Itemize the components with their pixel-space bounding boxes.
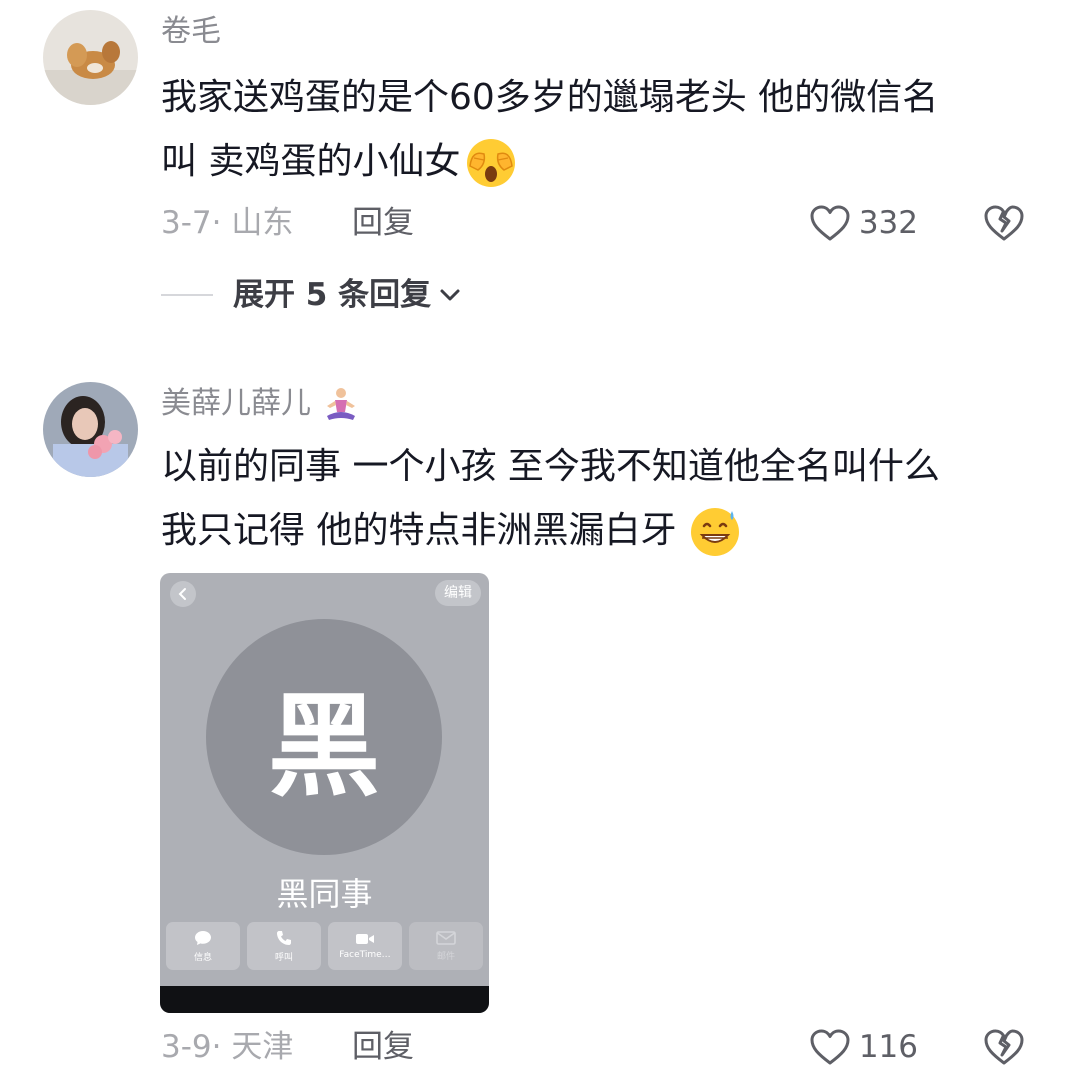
comment-text-line: 以前的同事 一个小孩 至今我不知道他全名叫什么 — [161, 446, 940, 487]
expand-replies-button[interactable]: 展开 5 条回复 — [161, 275, 461, 315]
mail-action-label: 邮件 — [436, 951, 455, 962]
contact-actions: 信息 呼叫 FaceTime… 邮件 — [166, 922, 483, 970]
username-text: 美薛儿薛儿 — [161, 386, 311, 421]
comment-text-fragment: 叫 卖鸡蛋的小仙女 — [161, 141, 461, 182]
like-count: 332 — [858, 205, 918, 241]
dislike-button[interactable] — [983, 203, 1025, 247]
edit-label: 编辑 — [435, 580, 481, 606]
message-action-label: 信息 — [193, 952, 212, 963]
avatar[interactable] — [43, 382, 138, 477]
username[interactable]: 美薛儿薛儿 — [161, 384, 361, 424]
comment-text: 我家送鸡蛋的是个60多岁的邋塌老头 他的微信名 叫 卖鸡蛋的小仙女 — [161, 66, 1031, 194]
broken-heart-icon — [984, 1029, 1024, 1065]
contact-name: 黑同事 — [276, 875, 373, 913]
chevron-down-icon — [440, 289, 460, 301]
comment-date-location: 3-7· 山东 — [161, 205, 294, 241]
call-action: 呼叫 — [247, 922, 321, 970]
comment-text-line: 我家送鸡蛋的是个60多岁的邋塌老头 他的微信名 — [161, 77, 939, 118]
comment-date-location: 3-9· 天津 — [161, 1029, 294, 1065]
comment-text-line: 我只记得 他的特点非洲黑漏白牙 — [161, 499, 1031, 563]
face-with-hand-over-mouth-emoji-icon — [464, 136, 518, 190]
mail-icon — [436, 930, 456, 945]
username[interactable]: 卷毛 — [161, 12, 221, 52]
avatar[interactable] — [43, 10, 138, 105]
like-count: 116 — [858, 1029, 918, 1065]
message-bubble-icon — [195, 930, 211, 945]
grinning-sweat-emoji-icon — [688, 505, 742, 559]
divider — [161, 294, 213, 296]
back-chevron-icon — [170, 581, 196, 607]
mail-action: 邮件 — [409, 922, 483, 970]
reply-button[interactable]: 回复 — [352, 203, 414, 243]
attached-screenshot[interactable]: 编辑 黑 黑同事 信息 呼叫 FaceTime… 邮件 — [160, 573, 489, 1013]
like-button[interactable]: 332 — [809, 203, 918, 243]
screenshot-bottom-bar — [160, 986, 489, 1013]
broken-heart-icon — [984, 205, 1024, 241]
dislike-button[interactable] — [983, 1027, 1025, 1071]
call-action-label: 呼叫 — [274, 952, 293, 963]
like-button[interactable]: 116 — [809, 1027, 918, 1067]
comment-text-line: 叫 卖鸡蛋的小仙女 — [161, 130, 1031, 194]
expand-replies-label: 展开 5 条回复 — [233, 277, 432, 313]
reply-button[interactable]: 回复 — [352, 1027, 414, 1067]
heart-outline-icon — [810, 1029, 850, 1065]
facetime-action: FaceTime… — [328, 922, 402, 970]
contact-avatar-char: 黑 — [268, 682, 380, 812]
video-camera-icon — [356, 934, 374, 944]
comment-text-fragment: 我只记得 他的特点非洲黑漏白牙 — [161, 510, 677, 551]
comment-text: 以前的同事 一个小孩 至今我不知道他全名叫什么 我只记得 他的特点非洲黑漏白牙 — [161, 435, 1031, 563]
heart-outline-icon — [810, 205, 850, 241]
facetime-action-label: FaceTime… — [339, 950, 391, 960]
phone-icon — [277, 930, 291, 945]
contact-avatar: 黑 — [206, 619, 442, 855]
message-action: 信息 — [166, 922, 240, 970]
meditation-emoji-icon — [326, 387, 355, 420]
